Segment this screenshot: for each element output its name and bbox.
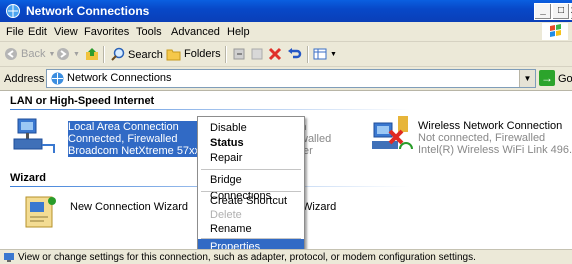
views-dropdown-icon[interactable]: ▼ (330, 51, 337, 58)
forward-button[interactable]: ▼ (56, 47, 80, 61)
lan-adapter-icon (13, 118, 55, 153)
menu-item-label: Disable (210, 122, 247, 134)
menu-view[interactable]: View (54, 26, 78, 38)
up-folder-button[interactable] (85, 47, 99, 61)
menu-bar: File Edit View Favorites Tools Advanced … (0, 22, 572, 42)
forward-dropdown-icon[interactable]: ▼ (73, 51, 80, 58)
menu-item-status[interactable]: Status (198, 135, 304, 151)
search-icon (111, 47, 125, 61)
menu-item-disable[interactable]: Disable (198, 120, 304, 136)
menu-item-repair[interactable]: Repair (198, 150, 304, 166)
connection-name: Wireless Network Connection (418, 120, 563, 132)
context-menu: Disable Status Repair Bridge Connections… (197, 116, 305, 255)
delete-button[interactable] (268, 47, 282, 61)
back-button[interactable]: Back ▼ (4, 47, 55, 61)
minimize-button[interactable]: _ (534, 3, 552, 20)
copy-to-button[interactable] (250, 47, 264, 61)
address-bar: Address Network Connections ▼ → Go (0, 67, 572, 91)
title-bar[interactable]: Network Connections _ □ x (0, 0, 572, 22)
menu-item-bridge-connections[interactable]: Bridge Connections (198, 172, 304, 202)
menu-item-rename[interactable]: Rename (198, 221, 304, 237)
address-value: Network Connections (67, 72, 172, 84)
views-button[interactable]: ▼ (313, 47, 337, 61)
address-dropdown-icon[interactable]: ▼ (519, 70, 535, 87)
menu-tools[interactable]: Tools (136, 26, 162, 38)
move-to-button[interactable] (232, 47, 246, 61)
menu-advanced[interactable]: Advanced (171, 26, 220, 38)
wireless-adapter-icon (372, 116, 413, 150)
views-icon (313, 48, 327, 60)
status-text: View or change settings for this connect… (18, 252, 476, 263)
undo-button[interactable] (287, 47, 302, 61)
connection-name: Local Area Connection (68, 121, 179, 133)
search-button[interactable]: Search (110, 47, 163, 62)
maximize-button[interactable]: □ (552, 3, 570, 20)
toolbar: Back ▼ ▼ Search Folders ▼ (0, 42, 572, 67)
back-label: Back (21, 48, 46, 60)
folders-icon (166, 49, 181, 61)
address-input[interactable]: Network Connections ▼ (46, 69, 536, 88)
go-arrow-icon[interactable]: → (539, 70, 555, 86)
local-area-connection-text: Local Area Connection Connected, Firewal… (68, 121, 200, 157)
menu-item-label: Status (210, 137, 244, 149)
menu-separator (201, 191, 301, 192)
window-title: Network Connections (26, 4, 150, 18)
wizard-icon (25, 196, 56, 228)
delete-x-icon (268, 47, 282, 61)
group-header-wizard: Wizard (10, 172, 46, 184)
menu-item-label: Rename (210, 223, 252, 235)
connection-device: Broadcom NetXtreme 57xx Gig... (68, 145, 200, 157)
connection-status: Connected, Firewalled (68, 133, 178, 145)
back-dropdown-icon[interactable]: ▼ (48, 51, 55, 58)
search-label: Search (128, 48, 163, 61)
menu-item-label: Repair (210, 152, 243, 164)
menu-edit[interactable]: Edit (28, 26, 47, 38)
wireless-connection-text: Wireless Network Connection Not connecte… (418, 120, 572, 156)
copy-to-icon (251, 48, 263, 60)
wizard-label: New Connection Wizard (70, 201, 188, 213)
connection-status: Not connected, Firewalled (418, 132, 546, 144)
folders-label: Folders (184, 48, 221, 60)
group-divider (10, 109, 410, 110)
network-connections-icon (51, 72, 64, 85)
windows-logo-icon (542, 23, 568, 40)
back-arrow-icon (5, 48, 17, 60)
move-to-icon (233, 48, 245, 60)
menu-separator (201, 169, 301, 170)
new-connection-wizard-item[interactable]: New Connection Wizard (20, 191, 200, 235)
undo-icon (288, 48, 302, 59)
network-connections-icon (6, 4, 20, 18)
forward-arrow-icon (57, 48, 69, 60)
second-wizard-label[interactable]: Wizard (302, 201, 336, 213)
go-button-label[interactable]: Go (558, 73, 572, 85)
up-folder-icon (86, 48, 98, 60)
group-header-lan: LAN or High-Speed Internet (10, 95, 155, 107)
wireless-connection-item[interactable]: Wireless Network Connection Not connecte… (370, 113, 572, 159)
status-network-icon (4, 253, 14, 262)
connection-item-partial[interactable]: n walled ter (300, 121, 340, 157)
connection-device: Intel(R) Wireless WiFi Link 496... (418, 144, 572, 156)
menu-file[interactable]: File (6, 26, 24, 38)
status-bar: View or change settings for this connect… (0, 249, 572, 264)
local-area-connection-item[interactable]: Local Area Connection Connected, Firewal… (12, 115, 202, 157)
menu-favorites[interactable]: Favorites (84, 26, 129, 38)
address-label: Address (4, 73, 45, 85)
folders-button[interactable]: Folders (166, 47, 221, 61)
menu-help[interactable]: Help (227, 26, 250, 38)
